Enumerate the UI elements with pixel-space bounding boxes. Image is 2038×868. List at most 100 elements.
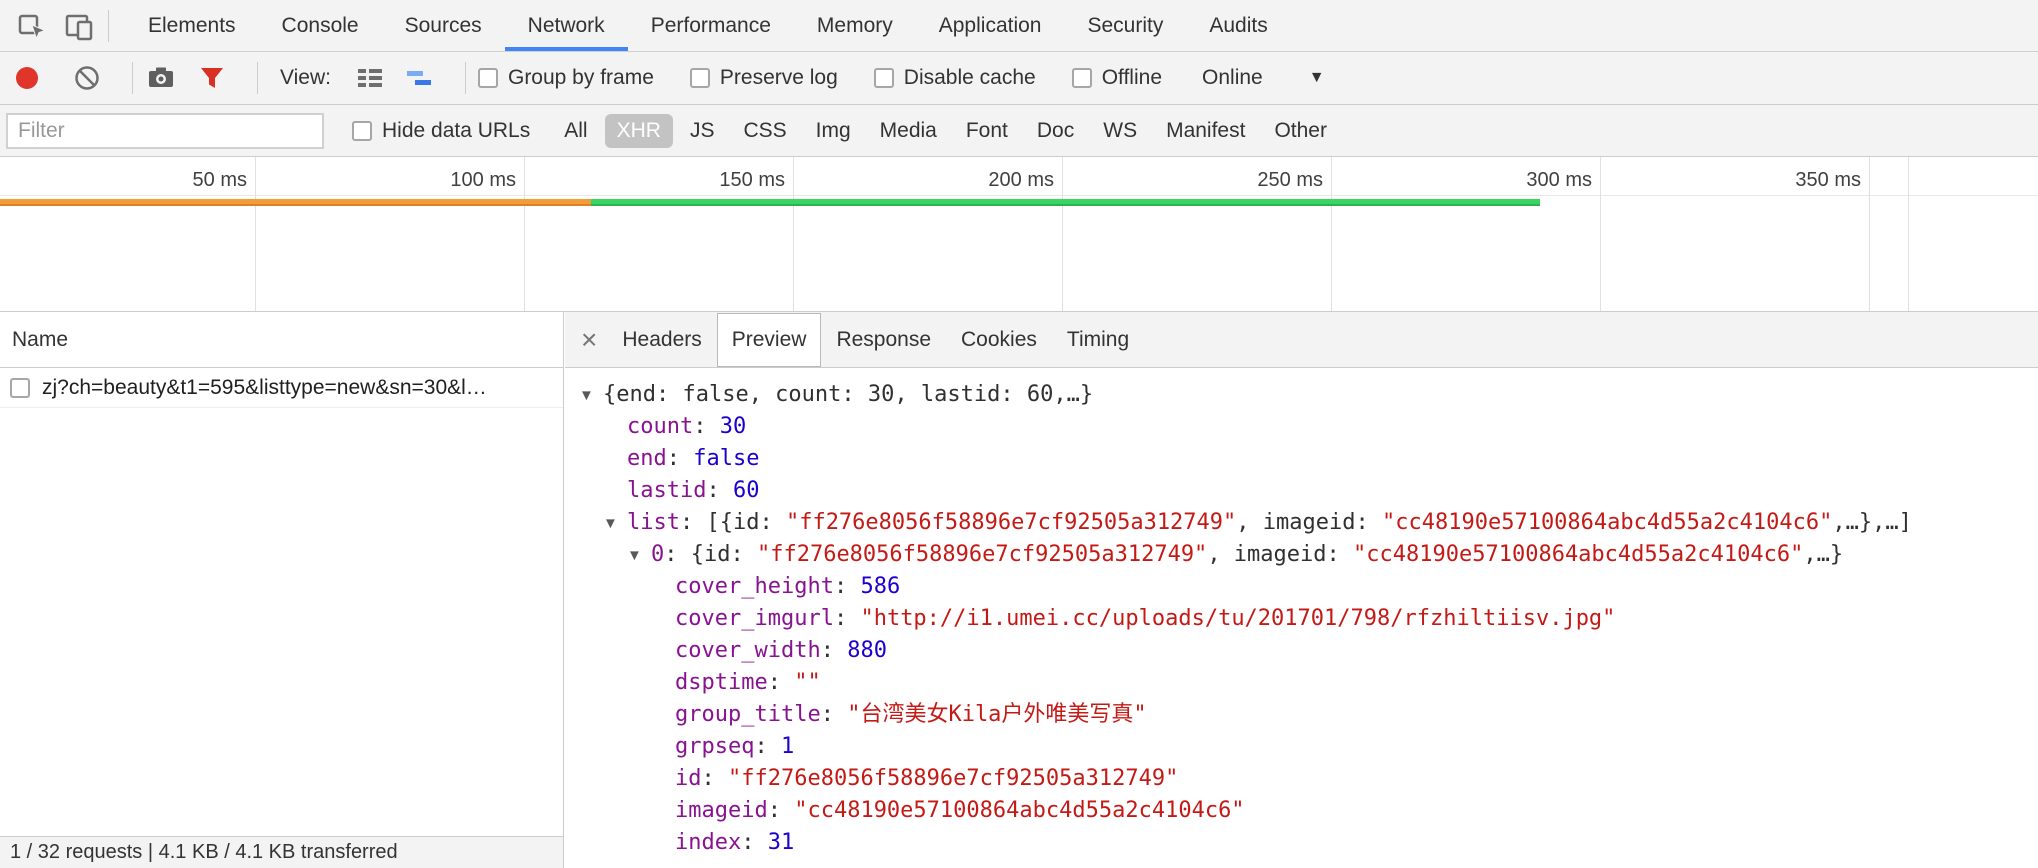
name-column-header[interactable]: Name bbox=[0, 312, 563, 368]
main-tab-memory[interactable]: Memory bbox=[794, 0, 916, 51]
json-token-str: "cc48190e57100864abc4d55a2c4104c6" bbox=[1382, 510, 1832, 535]
main-tab-elements[interactable]: Elements bbox=[125, 0, 259, 51]
checkbox-icon[interactable] bbox=[690, 68, 710, 88]
json-token-plain: : bbox=[754, 734, 781, 759]
json-token-plain: : bbox=[706, 478, 733, 503]
json-token-key: cover_imgurl bbox=[675, 606, 834, 631]
summary-bar: 1 / 32 requests | 4.1 KB / 4.1 KB transf… bbox=[0, 836, 563, 868]
json-token-num: 60 bbox=[733, 478, 760, 503]
main-tab-network[interactable]: Network bbox=[505, 0, 628, 51]
capture-screenshots-icon[interactable] bbox=[145, 61, 179, 95]
json-token-str: "台湾美女Kila户外唯美写真" bbox=[847, 702, 1146, 727]
request-row[interactable]: zj?ch=beauty&t1=595&listtype=new&sn=30&l… bbox=[0, 368, 563, 408]
json-token-plain: : bbox=[702, 766, 729, 791]
json-tree-row[interactable]: cover_imgurl: "http://i1.umei.cc/uploads… bbox=[565, 603, 2038, 635]
checkbox-label: Preserve log bbox=[720, 66, 838, 90]
main-tab-performance[interactable]: Performance bbox=[628, 0, 794, 51]
json-tree-row[interactable]: cover_width: 880 bbox=[565, 635, 2038, 667]
checkbox-icon[interactable] bbox=[874, 68, 894, 88]
show-overview-icon[interactable] bbox=[403, 61, 437, 95]
filter-type-ws[interactable]: WS bbox=[1091, 114, 1149, 148]
throttling-select[interactable]: Online bbox=[1202, 66, 1263, 90]
filter-type-manifest[interactable]: Manifest bbox=[1154, 114, 1257, 148]
record-icon[interactable] bbox=[16, 67, 38, 89]
json-tree-row[interactable]: ▼list: [{id: "ff276e8056f58896e7cf92505a… bbox=[565, 507, 2038, 539]
filter-type-img[interactable]: Img bbox=[804, 114, 863, 148]
json-tree-row[interactable]: cover_height: 586 bbox=[565, 571, 2038, 603]
json-tree-row[interactable]: dsptime: "" bbox=[565, 667, 2038, 699]
preview-tree: ▼{end: false, count: 30, lastid: 60,…}co… bbox=[565, 369, 2038, 868]
json-token-key: dsptime bbox=[675, 670, 768, 695]
filter-type-css[interactable]: CSS bbox=[731, 114, 798, 148]
json-tree-row[interactable]: end: false bbox=[565, 443, 2038, 475]
json-tree-row[interactable]: lastid: 60 bbox=[565, 475, 2038, 507]
json-token-plain: : bbox=[821, 702, 848, 727]
filter-type-other[interactable]: Other bbox=[1262, 114, 1339, 148]
detail-tab-response[interactable]: Response bbox=[821, 312, 946, 367]
detail-tab-headers[interactable]: Headers bbox=[607, 312, 716, 367]
timeline-tick-label: 250 ms bbox=[1257, 169, 1323, 192]
timeline-tick-label: 200 ms bbox=[988, 169, 1054, 192]
json-token-key: cover_width bbox=[675, 638, 821, 663]
json-token-str: "ff276e8056f58896e7cf92505a312749" bbox=[728, 766, 1178, 791]
clear-icon[interactable] bbox=[70, 61, 104, 95]
large-request-rows-icon[interactable] bbox=[353, 61, 387, 95]
checkbox-label: Disable cache bbox=[904, 66, 1036, 90]
device-toolbar-icon[interactable] bbox=[62, 9, 96, 43]
checkbox-preserve-log[interactable]: Preserve log bbox=[690, 66, 838, 90]
filter-type-js[interactable]: JS bbox=[678, 114, 727, 148]
details-panel: × HeadersPreviewResponseCookiesTiming ▼{… bbox=[565, 312, 2038, 868]
main-tab-console[interactable]: Console bbox=[259, 0, 382, 51]
json-token-num: 31 bbox=[768, 830, 795, 855]
timeline-overview[interactable]: 50 ms100 ms150 ms200 ms250 ms300 ms350 m… bbox=[0, 157, 2038, 312]
expander-icon[interactable]: ▼ bbox=[603, 508, 627, 540]
checkbox-icon[interactable] bbox=[1072, 68, 1092, 88]
expander-icon[interactable]: ▼ bbox=[579, 380, 603, 412]
request-checkbox[interactable] bbox=[10, 378, 30, 398]
filter-type-xhr[interactable]: XHR bbox=[605, 114, 673, 148]
detail-tab-preview[interactable]: Preview bbox=[717, 313, 822, 367]
toolbar-separator bbox=[132, 62, 133, 94]
timeline-gridline bbox=[793, 157, 794, 311]
json-tree-row[interactable]: index: 31 bbox=[565, 827, 2038, 859]
filter-type-all[interactable]: All bbox=[552, 114, 599, 148]
filter-type-media[interactable]: Media bbox=[868, 114, 949, 148]
checkbox-icon[interactable] bbox=[478, 68, 498, 88]
main-tab-sources[interactable]: Sources bbox=[382, 0, 505, 51]
filter-type-doc[interactable]: Doc bbox=[1025, 114, 1086, 148]
hide-data-urls-checkbox[interactable]: Hide data URLs bbox=[352, 119, 530, 143]
json-token-plain: ,…},…] bbox=[1832, 510, 1911, 535]
json-tree-row[interactable]: grpseq: 1 bbox=[565, 731, 2038, 763]
json-tree-row[interactable]: imageid: "cc48190e57100864abc4d55a2c4104… bbox=[565, 795, 2038, 827]
json-tree-row[interactable]: group_title: "台湾美女Kila户外唯美写真" bbox=[565, 699, 2038, 731]
detail-tab-cookies[interactable]: Cookies bbox=[946, 312, 1052, 367]
main-tab-application[interactable]: Application bbox=[916, 0, 1065, 51]
json-token-num: 30 bbox=[720, 414, 747, 439]
checkbox-icon[interactable] bbox=[352, 121, 372, 141]
checkbox-offline[interactable]: Offline bbox=[1072, 66, 1162, 90]
timeline-tick-label: 150 ms bbox=[719, 169, 785, 192]
waterfall-bar-orange bbox=[0, 199, 591, 206]
checkbox-disable-cache[interactable]: Disable cache bbox=[874, 66, 1036, 90]
json-tree-row[interactable]: count: 30 bbox=[565, 411, 2038, 443]
main-tab-audits[interactable]: Audits bbox=[1186, 0, 1290, 51]
waterfall-bar-green bbox=[591, 199, 1540, 206]
toolbar-separator bbox=[257, 62, 258, 94]
throttling-dropdown-arrow-icon[interactable]: ▼ bbox=[1309, 69, 1325, 87]
filter-type-font[interactable]: Font bbox=[954, 114, 1020, 148]
close-details-icon[interactable]: × bbox=[581, 326, 597, 354]
expander-icon[interactable]: ▼ bbox=[627, 540, 651, 572]
json-token-num: 880 bbox=[847, 638, 887, 663]
json-token-key: list bbox=[627, 510, 680, 535]
filter-icon[interactable] bbox=[195, 61, 229, 95]
json-token-plain: : bbox=[834, 574, 861, 599]
json-tree-row[interactable]: id: "ff276e8056f58896e7cf92505a312749" bbox=[565, 763, 2038, 795]
filter-input[interactable] bbox=[6, 113, 324, 149]
detail-tab-timing[interactable]: Timing bbox=[1052, 312, 1144, 367]
main-tab-security[interactable]: Security bbox=[1064, 0, 1186, 51]
request-name: zj?ch=beauty&t1=595&listtype=new&sn=30&l… bbox=[42, 376, 487, 400]
checkbox-group-by-frame[interactable]: Group by frame bbox=[478, 66, 654, 90]
json-tree-row[interactable]: ▼{end: false, count: 30, lastid: 60,…} bbox=[565, 379, 2038, 411]
inspect-element-icon[interactable] bbox=[14, 9, 48, 43]
json-tree-row[interactable]: ▼0: {id: "ff276e8056f58896e7cf92505a3127… bbox=[565, 539, 2038, 571]
